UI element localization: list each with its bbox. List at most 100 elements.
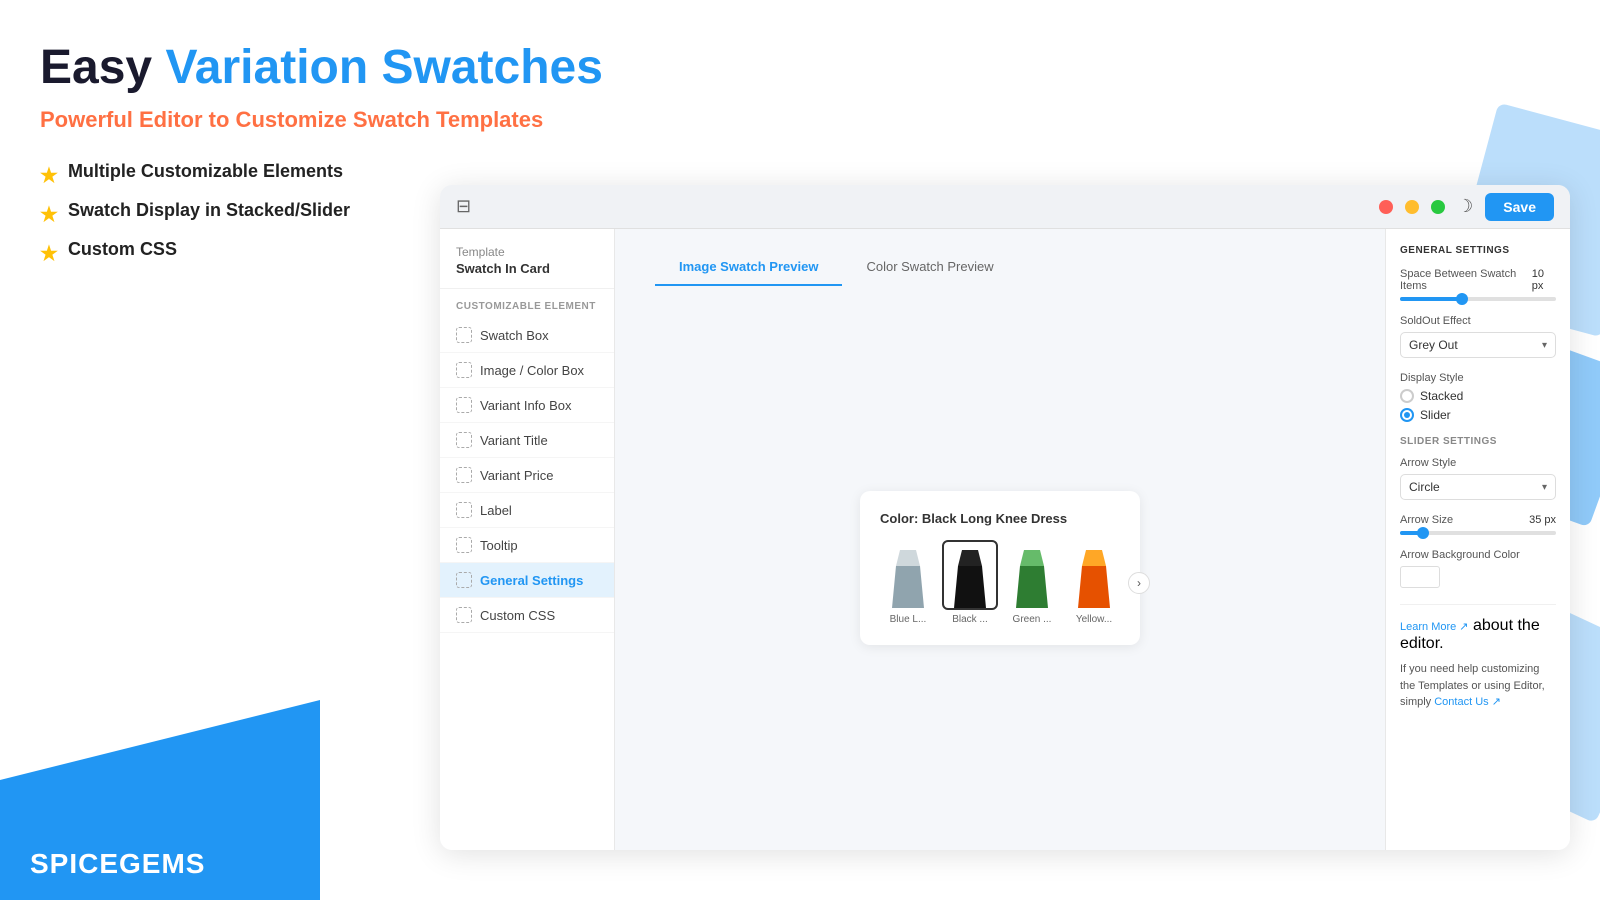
arrow-size-thumb[interactable] [1417,527,1429,539]
expand-icon-9 [456,607,472,623]
window-maximize-button[interactable] [1431,200,1445,214]
slider-settings-title: Slider Settings [1400,436,1556,447]
general-settings-title: General Settings [1400,245,1556,256]
swatch-item-orange[interactable]: Yellow... [1066,540,1122,625]
arrow-size-label: Arrow Size 35 px [1400,514,1556,526]
space-between-thumb[interactable] [1456,293,1468,305]
preview-area: Color: Black Long Knee Dress [615,286,1385,850]
subtitle: Powerful Editor to Customize Swatch Temp… [40,107,1560,133]
swatch-item-blue[interactable]: Blue L... [880,540,936,625]
sidebar-label-general-settings: General Settings [480,573,583,588]
sidebar-label-label: Label [480,503,512,518]
expand-icon-6 [456,502,472,518]
radio-dot-stacked[interactable] [1400,389,1414,403]
feature-text-2: Swatch Display in Stacked/Slider [68,200,350,221]
color-text: Color: [880,511,922,526]
radio-dot-slider[interactable] [1400,408,1414,422]
star-icon-1: ★ [40,163,58,188]
arrow-style-arrow-icon: ▾ [1542,482,1547,493]
right-settings-panel: General Settings Space Between Swatch It… [1385,229,1570,850]
window-titlebar: ⊟ ☽ Save [440,185,1570,229]
sidebar-item-variant-price[interactable]: Variant Price [440,458,614,493]
feature-item-1: ★ Multiple Customizable Elements [40,161,1560,188]
arrow-size-slider[interactable] [1400,531,1556,535]
sidebar-label-custom-css: Custom CSS [480,608,555,623]
main-content: Image Swatch Preview Color Swatch Previe… [615,229,1385,850]
sidebar-item-tooltip[interactable]: Tooltip [440,528,614,563]
sidebar-label-variant-price: Variant Price [480,468,553,483]
window-controls: ⊟ [456,196,471,217]
setting-arrow-size: Arrow Size 35 px [1400,514,1556,535]
soldout-label: SoldOut Effect [1400,315,1556,327]
arrow-style-value: Circle [1409,480,1440,494]
soldout-arrow-icon: ▾ [1542,340,1547,351]
learn-more-line: Learn More ↗ about the editor. [1400,617,1556,653]
swatch-label-blue: Blue L... [880,614,936,625]
feature-text-1: Multiple Customizable Elements [68,161,343,182]
radio-label-stacked: Stacked [1420,389,1463,403]
sidebar-item-general-settings[interactable]: General Settings [440,563,614,598]
arrow-style-select[interactable]: Circle ▾ [1400,474,1556,500]
tab-color-swatch[interactable]: Color Swatch Preview [842,249,1017,286]
window-body: Template Swatch In Card Customizable Ele… [440,229,1570,850]
setting-arrow-bg-color: Arrow Background Color [1400,549,1556,588]
title-blue: Variation Swatches [165,41,603,94]
setting-soldout: SoldOut Effect Grey Out ▾ [1400,315,1556,358]
window-right-icons: ☽ Save [1379,193,1554,221]
space-between-slider[interactable] [1400,297,1556,301]
expand-icon-8 [456,572,472,588]
sidebar-item-variant-info-box[interactable]: Variant Info Box [440,388,614,423]
window-minimize-button[interactable] [1405,200,1419,214]
sidebar-item-variant-title[interactable]: Variant Title [440,423,614,458]
sidebar-item-custom-css[interactable]: Custom CSS [440,598,614,633]
arrow-bg-color-input[interactable] [1400,566,1440,588]
soldout-value: Grey Out [1409,338,1458,352]
brand-name: SPICEGEMS [30,848,205,880]
sidebar-label-variant-info-box: Variant Info Box [480,398,572,413]
expand-icon-3 [456,397,472,413]
space-between-fill [1400,297,1462,301]
contact-us-link[interactable]: Contact Us ↗ [1434,696,1501,708]
display-style-label: Display Style [1400,372,1556,384]
save-button[interactable]: Save [1485,193,1554,221]
expand-icon [456,327,472,343]
setting-arrow-style: Arrow Style Circle ▾ [1400,457,1556,500]
radio-stacked[interactable]: Stacked [1400,389,1556,403]
space-between-value: 10 px [1532,268,1556,292]
dark-mode-icon[interactable]: ☽ [1457,196,1473,217]
swatch-item-black[interactable]: Black ... [942,540,998,625]
window-close-button[interactable] [1379,200,1393,214]
main-title: Easy Variation Swatches [40,40,1560,95]
swatch-img-blue [880,540,936,610]
left-sidebar: Template Swatch In Card Customizable Ele… [440,229,615,850]
swatch-label-green: Green ... [1004,614,1060,625]
template-label: Template [456,245,598,259]
sidebar-item-image-color-box[interactable]: Image / Color Box [440,353,614,388]
star-icon-2: ★ [40,202,58,227]
soldout-select[interactable]: Grey Out ▾ [1400,332,1556,358]
help-text: If you need help customizing the Templat… [1400,661,1556,711]
editor-window: ⊟ ☽ Save Template Swatch In Card Customi… [440,185,1570,850]
swatch-item-green[interactable]: Green ... [1004,540,1060,625]
template-section: Template Swatch In Card [440,245,614,289]
learn-more-section: Learn More ↗ about the editor. If you ne… [1400,604,1556,711]
swatch-img-green [1004,540,1060,610]
display-style-radio-group: Stacked Slider [1400,389,1556,422]
sidebar-label-swatch-box: Swatch Box [480,328,549,343]
sidebar-label-image-color-box: Image / Color Box [480,363,584,378]
star-icon-3: ★ [40,241,58,266]
sidebar-item-label[interactable]: Label [440,493,614,528]
radio-slider[interactable]: Slider [1400,408,1556,422]
sidebar-item-swatch-box[interactable]: Swatch Box [440,318,614,353]
sidebar-label-variant-title: Variant Title [480,433,548,448]
title-plain: Easy [40,41,165,94]
tab-image-swatch[interactable]: Image Swatch Preview [655,249,842,286]
sidebar-label-tooltip: Tooltip [480,538,518,553]
learn-more-link[interactable]: Learn More ↗ [1400,621,1469,633]
expand-icon-7 [456,537,472,553]
swatch-label-black: Black ... [942,614,998,625]
swatch-next-arrow[interactable]: › [1128,572,1150,594]
sidebar-toggle-icon[interactable]: ⊟ [456,196,471,217]
setting-display-style: Display Style Stacked Slider [1400,372,1556,422]
customizable-section-title: Customizable Element [440,289,614,318]
